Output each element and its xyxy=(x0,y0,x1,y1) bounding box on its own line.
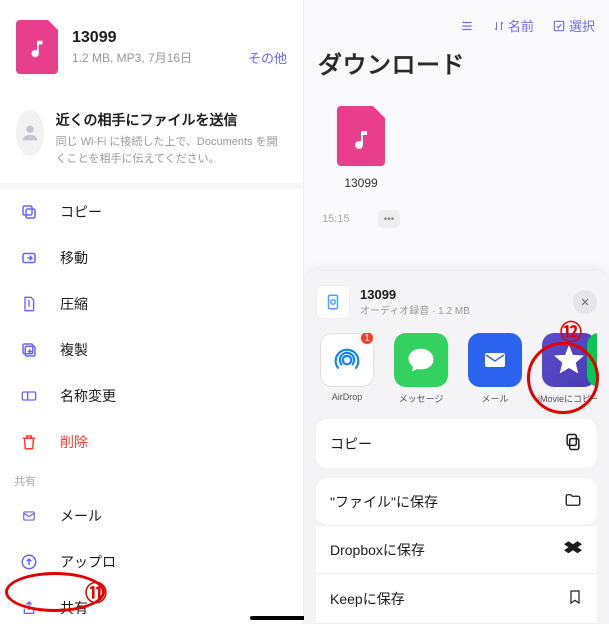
music-file-icon xyxy=(337,106,385,166)
dropbox-icon xyxy=(563,539,583,560)
nearby-desc: 同じ Wi-Fi に接続した上で、Documents を開くことを相手に伝えてく… xyxy=(56,134,287,167)
other-link[interactable]: その他 xyxy=(248,48,287,67)
file-meta: 1.2 MB, MP3, 7月16日 xyxy=(72,49,192,66)
opt-label: Dropboxに保存 xyxy=(330,540,425,560)
menu-compress[interactable]: 圧縮 xyxy=(0,281,303,327)
more-button[interactable]: ••• xyxy=(378,210,400,228)
menu-copy[interactable]: コピー xyxy=(0,189,303,235)
music-file-icon xyxy=(16,20,58,74)
file-time: 15:15 xyxy=(322,213,350,225)
extra-app-icon[interactable] xyxy=(587,333,597,387)
sheet-file-icon xyxy=(316,285,350,319)
share-section-label: 共有 xyxy=(0,465,303,493)
menu-label: コピー xyxy=(60,202,102,222)
upload-icon xyxy=(18,551,40,573)
app-label: メッセージ xyxy=(390,392,452,405)
sort-button[interactable]: 名前 xyxy=(493,16,534,35)
top-actions: 名前 選択 xyxy=(318,16,595,35)
sheet-subtitle: オーディオ録音 · 1.2 MB xyxy=(360,302,470,317)
copy-icon xyxy=(563,432,583,455)
opt-dropbox[interactable]: Dropboxに保存 xyxy=(316,526,597,574)
close-button[interactable] xyxy=(573,290,597,314)
menu-duplicate[interactable]: 複製 xyxy=(0,327,303,373)
menu-label: 名称変更 xyxy=(60,386,116,406)
opt-label: コピー xyxy=(330,434,372,454)
share-sheet: 13099 オーディオ録音 · 1.2 MB 1 AirDrop メッセージ xyxy=(304,271,609,624)
share-menu: メール アップロ 共有 xyxy=(0,493,303,624)
menu-move[interactable]: 移動 xyxy=(0,235,303,281)
menu-label: アップロ xyxy=(60,552,116,572)
file-header: 13099 1.2 MB, MP3, 7月16日 その他 xyxy=(0,0,303,94)
opt-label: Keepに保存 xyxy=(330,589,405,609)
opt-keep[interactable]: Keepに保存 xyxy=(316,574,597,624)
opt-label: "ファイル"に保存 xyxy=(330,492,438,512)
app-label: メール xyxy=(464,392,526,405)
sheet-options-group: "ファイル"に保存 Dropboxに保存 Keepに保存 xyxy=(316,478,597,624)
app-label: AirDrop xyxy=(316,392,378,402)
bookmark-icon xyxy=(567,587,583,610)
opt-copy[interactable]: コピー xyxy=(316,419,597,468)
home-indicator xyxy=(250,616,305,620)
menu-label: メール xyxy=(60,506,102,526)
sheet-title: 13099 xyxy=(360,287,470,302)
share-app-row: 1 AirDrop メッセージ メール iMovieにコピー xyxy=(316,333,597,405)
file-card[interactable]: 13099 15:15 ••• xyxy=(318,106,404,228)
menu-label: 共有 xyxy=(60,598,88,618)
copy-icon xyxy=(18,201,40,223)
select-label: 選択 xyxy=(569,16,595,35)
opt-save-files[interactable]: "ファイル"に保存 xyxy=(316,478,597,526)
compress-icon xyxy=(18,293,40,315)
move-icon xyxy=(18,247,40,269)
share-upload[interactable]: アップロ xyxy=(0,539,303,585)
share-mail[interactable]: メール xyxy=(464,333,526,405)
share-mail[interactable]: メール xyxy=(0,493,303,539)
trash-icon xyxy=(18,431,40,453)
menu-label: 複製 xyxy=(60,340,88,360)
menu-rename[interactable]: 名称変更 xyxy=(0,373,303,419)
list-view-button[interactable] xyxy=(459,19,475,33)
menu-label: 圧縮 xyxy=(60,294,88,314)
file-title: 13099 xyxy=(72,29,192,47)
select-button[interactable]: 選択 xyxy=(552,16,595,35)
page-title: ダウンロード xyxy=(318,45,595,80)
menu-delete[interactable]: 削除 xyxy=(0,419,303,465)
sheet-options: コピー xyxy=(316,419,597,468)
message-icon xyxy=(394,333,448,387)
mail-app-icon xyxy=(468,333,522,387)
share-message[interactable]: メッセージ xyxy=(390,333,452,405)
app-label: iMovieにコピー xyxy=(538,392,597,405)
action-menu: コピー 移動 圧縮 複製 名称変更 削除 xyxy=(0,189,303,465)
sort-label: 名前 xyxy=(508,16,534,35)
folder-icon xyxy=(563,491,583,512)
menu-label: 削除 xyxy=(60,432,88,452)
duplicate-icon xyxy=(18,339,40,361)
nearby-share-box[interactable]: 近くの相手にファイルを送信 同じ Wi-Fi に接続した上で、Documents… xyxy=(0,94,303,183)
share-icon xyxy=(18,597,40,619)
mail-icon xyxy=(18,505,40,527)
rename-icon xyxy=(18,385,40,407)
menu-label: 移動 xyxy=(60,248,88,268)
share-airdrop[interactable]: 1 AirDrop xyxy=(316,333,378,405)
avatar-icon xyxy=(16,110,44,156)
airdrop-icon: 1 xyxy=(320,333,374,387)
nearby-title: 近くの相手にファイルを送信 xyxy=(56,110,287,130)
airdrop-badge: 1 xyxy=(359,333,375,346)
file-name: 13099 xyxy=(318,176,404,190)
